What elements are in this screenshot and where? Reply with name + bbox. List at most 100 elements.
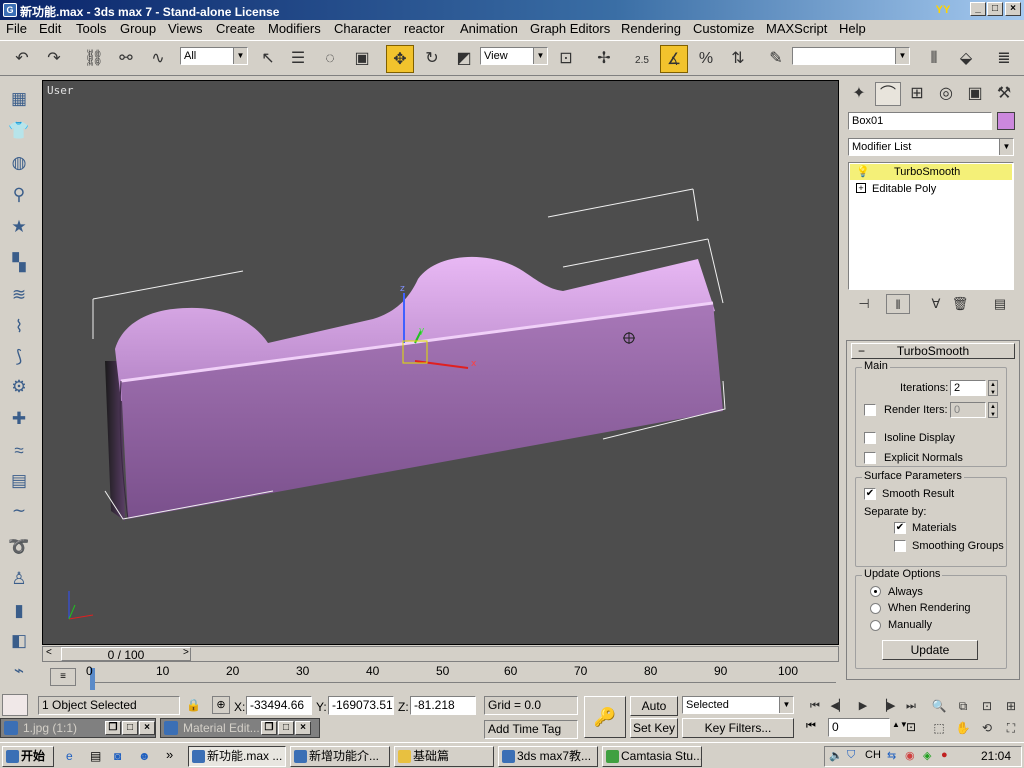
modify-tab-icon[interactable]: ⌒ bbox=[875, 82, 901, 106]
angle-snap-icon[interactable]: ∡ bbox=[660, 45, 688, 73]
tray-app-icon[interactable]: ◈ bbox=[923, 749, 931, 762]
pin-icon[interactable]: ⚲ bbox=[6, 182, 32, 208]
minimized-window-material-editor[interactable]: Material Edit... ❐ □ × bbox=[160, 718, 320, 738]
zoom-icon[interactable]: 🔍 bbox=[928, 696, 950, 716]
unlink-icon[interactable]: ⚯ bbox=[112, 45, 140, 73]
select-and-link-icon[interactable]: ⛓ bbox=[80, 45, 108, 73]
stack-item-turbosmooth[interactable]: 💡 TurboSmooth bbox=[850, 164, 1012, 180]
pin-stack-icon[interactable]: ⊣ bbox=[852, 294, 876, 314]
minimized-window-1jpg[interactable]: 1.jpg (1:1) ❐ □ × bbox=[0, 718, 156, 738]
iterations-spinner[interactable]: ▲ ▼ bbox=[988, 380, 998, 396]
sphere-icon[interactable]: ◍ bbox=[6, 150, 32, 176]
when-rendering-radio[interactable] bbox=[870, 603, 881, 614]
task-3dsmax-tutorial[interactable]: 3ds max7教... bbox=[498, 746, 598, 767]
menu-create[interactable]: Create bbox=[216, 21, 255, 36]
menu-animation[interactable]: Animation bbox=[460, 21, 518, 36]
key-icon[interactable]: 🔑 bbox=[584, 696, 626, 738]
smoothing-groups-checkbox[interactable] bbox=[894, 540, 906, 552]
show-end-result-icon[interactable]: ‖ bbox=[886, 294, 910, 314]
time-slider[interactable]: < 0 / 100 > bbox=[42, 646, 839, 662]
display-tab-icon[interactable]: ▣ bbox=[962, 82, 988, 106]
time-configuration-icon[interactable]: ⊡ bbox=[906, 720, 916, 734]
time-next-icon[interactable]: > bbox=[183, 647, 189, 658]
render-iters-spinner[interactable]: ▲ ▼ bbox=[988, 402, 998, 418]
antivirus-icon[interactable]: ◉ bbox=[905, 749, 915, 762]
desktop-icon[interactable]: ▤ bbox=[90, 749, 101, 763]
key-mode-toggle-icon[interactable]: ⏮ bbox=[806, 720, 816, 733]
menu-file[interactable]: File bbox=[6, 21, 27, 36]
restore-icon[interactable]: ❐ bbox=[261, 721, 277, 735]
task-new-features-max[interactable]: 新功能.max ... bbox=[188, 746, 286, 767]
go-to-start-icon[interactable]: ⏮ bbox=[804, 696, 826, 716]
shield-icon[interactable]: ⛉ bbox=[847, 749, 855, 762]
zoom-extents-icon[interactable]: ⊡ bbox=[976, 696, 998, 716]
tray-app2-icon[interactable]: ● bbox=[941, 749, 948, 761]
arc-rotate-icon[interactable]: ⟲ bbox=[976, 718, 998, 738]
maximize-icon[interactable]: □ bbox=[122, 721, 138, 735]
menu-character[interactable]: Character bbox=[334, 21, 391, 36]
select-and-scale-icon[interactable]: ◩ bbox=[450, 45, 478, 73]
percent-snap-icon[interactable]: % bbox=[692, 45, 720, 73]
next-frame-icon[interactable]: ▕▶ bbox=[876, 696, 898, 716]
task-basics-folder[interactable]: 基础篇 bbox=[394, 746, 494, 767]
maxscript-listener-icon[interactable] bbox=[2, 694, 28, 716]
mini-curve-editor-icon[interactable]: ≡ bbox=[50, 668, 76, 686]
maximize-viewport-icon[interactable]: ⛶ bbox=[1000, 718, 1022, 738]
iterations-field[interactable]: 2 bbox=[950, 380, 986, 396]
minimize-button[interactable]: _ bbox=[970, 2, 986, 16]
set-key-button[interactable]: Set Key bbox=[630, 718, 678, 738]
hose-icon[interactable]: ⟆ bbox=[6, 344, 32, 370]
menu-graph-editors[interactable]: Graph Editors bbox=[530, 21, 610, 36]
current-frame-field[interactable]: 0 bbox=[828, 718, 890, 737]
absolute-mode-icon[interactable]: ⊕ bbox=[212, 696, 230, 714]
window-crossing-icon[interactable]: ▣ bbox=[348, 45, 376, 73]
select-and-move-icon[interactable]: ✥ bbox=[386, 45, 414, 73]
network-icon[interactable]: ⇆ bbox=[887, 749, 896, 762]
select-object-icon[interactable]: ↖ bbox=[254, 45, 282, 73]
turbosmooth-rollout-header[interactable]: − TurboSmooth bbox=[851, 343, 1015, 359]
auto-key-button[interactable]: Auto Key bbox=[630, 696, 678, 731]
collapse-minus-icon[interactable]: − bbox=[858, 344, 865, 358]
select-and-rotate-icon[interactable]: ↻ bbox=[418, 45, 446, 73]
explicit-normals-checkbox[interactable] bbox=[864, 452, 876, 464]
tube-icon[interactable]: ⌇ bbox=[6, 314, 32, 340]
modifier-list-dropdown[interactable]: Modifier List ▼ bbox=[848, 138, 1014, 156]
render-iters-checkbox[interactable] bbox=[864, 404, 876, 416]
selection-filter-dropdown[interactable]: All ▼ bbox=[180, 47, 248, 65]
field-of-view-icon[interactable]: ⬚ bbox=[928, 718, 950, 738]
key-mode-dropdown[interactable]: Selected ▼ bbox=[682, 696, 794, 714]
undo-icon[interactable]: ↶ bbox=[8, 45, 36, 73]
render-iters-field[interactable]: 0 bbox=[950, 402, 986, 418]
lock-selection-icon[interactable]: 🔒 bbox=[186, 698, 201, 712]
app-icon[interactable]: G bbox=[3, 3, 17, 17]
task-new-features-intro[interactable]: 新增功能介... bbox=[290, 746, 390, 767]
add-time-tag-button[interactable]: Add Time Tag bbox=[484, 720, 578, 739]
create-tab-icon[interactable]: ✦ bbox=[846, 82, 872, 106]
hierarchy-tab-icon[interactable]: ⊞ bbox=[904, 82, 930, 106]
edit-named-selection-icon[interactable]: ✎ bbox=[762, 45, 790, 73]
menu-reactor[interactable]: reactor bbox=[404, 21, 444, 36]
y-coordinate-field[interactable]: -169073.51 bbox=[328, 696, 394, 715]
spinner-snap-icon[interactable]: ⇅ bbox=[724, 45, 752, 73]
time-slider-thumb[interactable]: 0 / 100 bbox=[61, 647, 191, 662]
coil-icon[interactable]: ≋ bbox=[6, 282, 32, 308]
modifier-stack[interactable]: 💡 TurboSmooth + Editable Poly bbox=[848, 162, 1014, 290]
remove-modifier-icon[interactable]: 🗑 bbox=[948, 294, 972, 314]
gear-icon[interactable]: ⚙ bbox=[6, 374, 32, 400]
box01-object[interactable] bbox=[105, 256, 723, 521]
motion-tab-icon[interactable]: ◎ bbox=[933, 82, 959, 106]
pivot-center-icon[interactable]: ⊡ bbox=[552, 45, 580, 73]
z-coordinate-field[interactable]: -81.218 bbox=[410, 696, 476, 715]
script-icon[interactable]: ⌁ bbox=[6, 658, 32, 684]
menu-group[interactable]: Group bbox=[120, 21, 156, 36]
select-by-name-icon[interactable]: ☰ bbox=[284, 45, 312, 73]
layer-manager-icon[interactable]: ≣ bbox=[990, 45, 1018, 73]
redo-icon[interactable]: ↷ bbox=[40, 45, 68, 73]
media-icon[interactable]: ◙ bbox=[114, 749, 121, 763]
go-to-end-icon[interactable]: ⏭ bbox=[900, 696, 922, 716]
object-name-field[interactable]: Box01 bbox=[848, 112, 992, 130]
menu-maxscript[interactable]: MAXScript bbox=[766, 21, 827, 36]
menu-tools[interactable]: Tools bbox=[76, 21, 106, 36]
bind-to-space-warp-icon[interactable]: ∿ bbox=[144, 45, 172, 73]
close-icon[interactable]: × bbox=[295, 721, 311, 735]
